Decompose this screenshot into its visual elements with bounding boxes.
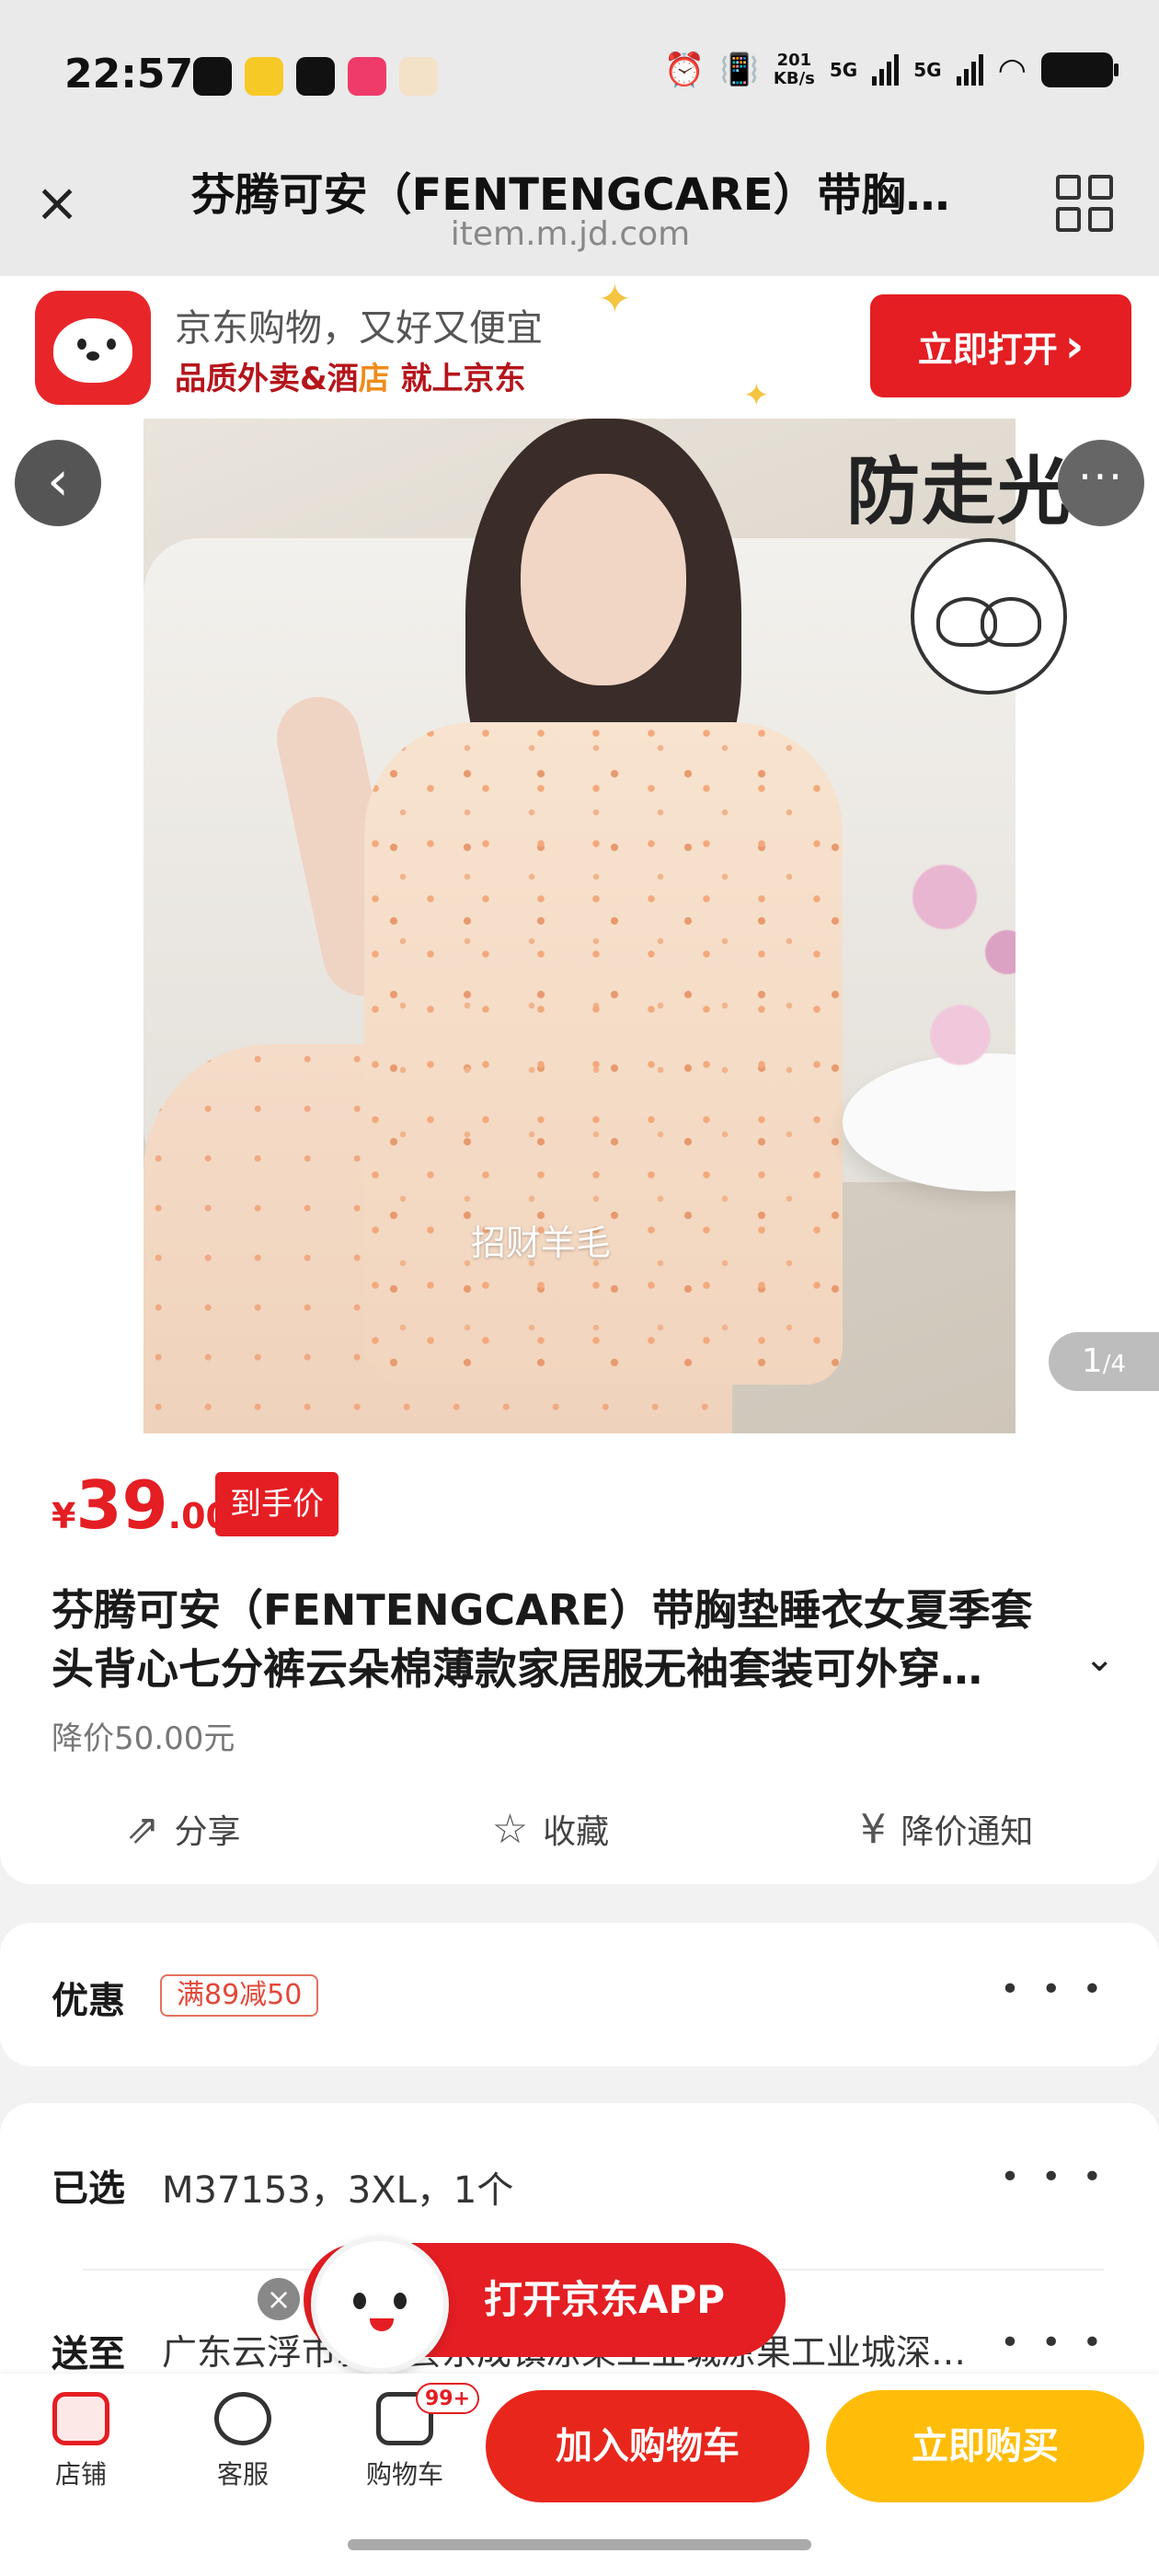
tab-cart[interactable]: 99+ 购物车 xyxy=(340,2383,480,2491)
close-float-icon[interactable]: × xyxy=(258,2278,300,2320)
address-more-icon[interactable]: • • • xyxy=(1000,2324,1107,2362)
mascot-app-icon xyxy=(399,57,438,96)
status-indicators: ⏰ 📳 201 KB/s 5G 5G ◠ xyxy=(663,51,1119,89)
favorite-label: 收藏 xyxy=(543,1813,610,1851)
chevron-down-icon[interactable]: ⌄ xyxy=(1084,1638,1115,1680)
signal-icon-2 xyxy=(956,54,983,86)
sim1-label: 5G xyxy=(829,59,858,81)
pager-current: 1 xyxy=(1081,1342,1103,1380)
status-bar: 22:57 ⏰ 📳 201 KB/s 5G 5G ◠ xyxy=(0,0,1159,147)
net-speed-value: 201 xyxy=(776,51,812,70)
price-alert-icon: ¥ xyxy=(860,1805,887,1853)
ship-to-label: 送至 xyxy=(52,2333,125,2375)
product-title[interactable]: 芬腾可安（FENTENGCARE）带胸垫睡衣女夏季套 头背心七分裤云朵棉薄款家居… xyxy=(52,1581,1109,1698)
more-icon[interactable]: ··· xyxy=(1058,440,1144,526)
alarm-icon: ⏰ xyxy=(663,52,706,89)
open-app-button[interactable]: 立即打开 › xyxy=(870,294,1131,397)
watermark: 招财羊毛 xyxy=(471,1223,612,1263)
buy-now-button[interactable]: 立即购买 xyxy=(826,2390,1144,2502)
signal-icon xyxy=(872,54,900,86)
home-indicator[interactable] xyxy=(348,2539,811,2550)
tab-cart-label: 购物车 xyxy=(365,2459,443,2490)
price-alert-button[interactable]: ¥ 降价通知 xyxy=(860,1805,1033,1853)
jd-mascot-icon xyxy=(311,2236,449,2374)
grid-icon[interactable] xyxy=(1056,175,1113,232)
browser-header: × 芬腾可安（FENTENGCARE）带胸… item.m.jd.com xyxy=(0,147,1159,276)
battery-icon xyxy=(1041,52,1119,87)
page-title: 芬腾可安（FENTENGCARE）带胸… xyxy=(190,169,950,221)
price-integer: 39 xyxy=(75,1466,168,1544)
selected-label: 已选 xyxy=(52,2168,125,2210)
tab-service[interactable]: 客服 xyxy=(178,2392,307,2491)
jd-app-banner[interactable]: 京东购物，又好又便宜 品质外卖&酒店 就上京东 ✦ ✦ 立即打开 › xyxy=(0,276,1159,419)
vibrate-icon: 📳 xyxy=(719,52,759,88)
tab-shop[interactable]: 店铺 xyxy=(17,2392,145,2491)
sim2-label: 5G xyxy=(913,59,942,81)
banner-subslogan-b: 店 xyxy=(358,361,390,397)
product-title-line1: 芬腾可安（FENTENGCARE）带胸垫睡衣女夏季套 xyxy=(52,1585,1033,1635)
chevron-right-icon: › xyxy=(1064,319,1084,373)
selected-value[interactable]: M37153，3XL，1个 xyxy=(162,2160,513,2214)
net-speed: 201 KB/s xyxy=(774,52,815,88)
bra-pad-icon xyxy=(911,538,1067,695)
banner-subslogan-a: 品质外卖&酒 xyxy=(175,361,359,397)
page-url: item.m.jd.com xyxy=(450,215,691,253)
coupon-badge: 满89减50 xyxy=(160,1974,319,2017)
flower-app-icon xyxy=(245,57,283,96)
jd-logo xyxy=(35,291,151,405)
share-button[interactable]: ⇗ 分享 xyxy=(126,1805,241,1853)
circle-app-icon xyxy=(348,57,386,96)
ad-overlay-text: 防走光 xyxy=(846,449,1073,535)
favorite-button[interactable]: ☆ 收藏 xyxy=(492,1805,609,1853)
sparkle-icon: ✦ xyxy=(598,276,632,323)
star-icon: ☆ xyxy=(491,1805,529,1853)
product-title-line2: 头背心七分裤云朵棉薄款家居服无袖套装可外穿… xyxy=(52,1644,982,1694)
net-speed-unit: KB/s xyxy=(773,69,815,88)
shop-icon xyxy=(52,2392,109,2445)
product-actions: ⇗ 分享 ☆ 收藏 ¥ 降价通知 xyxy=(0,1792,1159,1866)
wifi-icon: ◠ xyxy=(997,51,1027,89)
share-label: 分享 xyxy=(174,1813,241,1851)
gallery-pager: 1/4 xyxy=(1049,1332,1159,1391)
price-currency: ¥ xyxy=(52,1496,76,1536)
banner-subslogan: 品质外卖&酒店 就上京东 xyxy=(175,353,526,398)
promo-row[interactable]: 优惠 满89减50 • • • xyxy=(0,1923,1159,2066)
price-alert-label: 降价通知 xyxy=(901,1813,1034,1851)
tab-service-label: 客服 xyxy=(216,2459,269,2490)
add-to-cart-button[interactable]: 加入购物车 xyxy=(486,2390,809,2502)
close-icon[interactable]: × xyxy=(33,176,81,229)
banner-slogan: 京东购物，又好又便宜 xyxy=(175,307,543,350)
promo-label: 优惠 xyxy=(52,1980,125,2022)
price-drop-note: 降价50.00元 xyxy=(52,1720,235,1757)
service-icon xyxy=(214,2392,271,2445)
status-app-icons xyxy=(193,57,438,96)
sparkle-icon-2: ✦ xyxy=(743,377,770,414)
capcut-icon xyxy=(296,57,335,96)
back-icon[interactable]: ‹ xyxy=(15,440,101,526)
more-dots-icon[interactable]: • • • xyxy=(1000,1971,1107,2008)
price: ¥39.00 xyxy=(52,1466,230,1544)
selection-more-icon[interactable]: • • • xyxy=(1000,2158,1107,2196)
pager-total: /4 xyxy=(1102,1351,1127,1378)
price-tag: 到手价 xyxy=(215,1472,339,1536)
banner-subslogan-c: 就上京东 xyxy=(389,361,526,397)
cart-badge: 99+ xyxy=(416,2383,480,2414)
share-icon: ⇗ xyxy=(125,1805,160,1853)
open-app-label: 立即打开 xyxy=(917,328,1058,370)
status-time: 22:57 xyxy=(64,51,194,98)
tiktok-icon xyxy=(193,57,232,96)
tab-shop-label: 店铺 xyxy=(54,2459,107,2490)
product-photo[interactable] xyxy=(143,419,1016,1433)
product-info-card: ¥39.00 到手价 芬腾可安（FENTENGCARE）带胸垫睡衣女夏季套 头背… xyxy=(0,1433,1159,1884)
